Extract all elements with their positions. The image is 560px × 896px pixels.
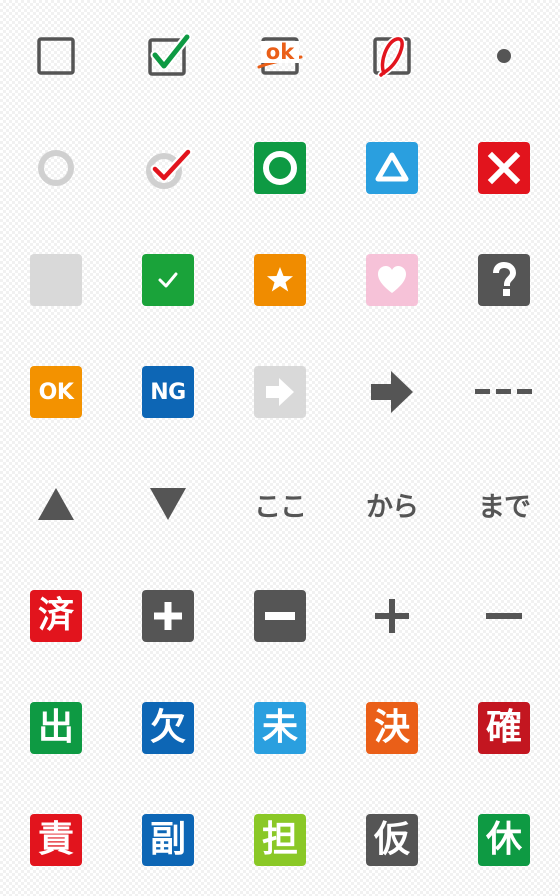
tan-kanji-cell[interactable]: 担: [224, 784, 336, 896]
green-check-tile-icon: [142, 254, 194, 306]
gray-ring-icon: [38, 150, 74, 186]
mi-kanji-cell[interactable]: 未: [224, 672, 336, 784]
kime-kanji-label: 決: [373, 707, 410, 748]
red-circle-scribble-icon: [373, 35, 411, 79]
kaku-kanji-tile: 確: [478, 702, 530, 754]
made-text-cell[interactable]: まで: [448, 448, 560, 560]
ok-badge: OK: [30, 366, 82, 418]
ring-check-icon: [146, 147, 192, 189]
question-tile-cell[interactable]: [448, 224, 560, 336]
koko-text: ここ: [254, 491, 307, 523]
green-circle-tile-cell[interactable]: [224, 112, 336, 224]
blue-triangle-tile-cell[interactable]: [336, 112, 448, 224]
ketsu-kanji-label: 欠: [149, 707, 186, 748]
dashed-line-cell[interactable]: [448, 336, 560, 448]
kari-kanji-cell[interactable]: 仮: [336, 784, 448, 896]
kime-kanji-tile: 決: [366, 702, 418, 754]
blank-gray-tile-icon: [30, 254, 82, 306]
gray-ring-cell[interactable]: [0, 112, 112, 224]
sumi-kanji-label: 済: [37, 595, 74, 636]
blue-triangle-tile-icon: [366, 142, 418, 194]
tan-kanji-tile: 担: [254, 814, 306, 866]
plus-tile-cell[interactable]: [112, 560, 224, 672]
yasumi-kanji-label: 休: [485, 819, 522, 860]
kaku-kanji-label: 確: [485, 707, 522, 748]
seki-kanji-tile: 責: [30, 814, 82, 866]
right-arrow-icon: [371, 371, 413, 413]
sumi-kanji-cell[interactable]: 済: [0, 560, 112, 672]
red-x-tile-cell[interactable]: [448, 112, 560, 224]
checked-checkbox-cell[interactable]: [112, 0, 224, 112]
stamp-sheet: ok OK NG ここ から まで 済 出 欠 未 決 確 責 副 担 仮 休: [0, 0, 560, 896]
de-kanji-label: 出: [37, 707, 74, 748]
fuku-kanji-cell[interactable]: 副: [112, 784, 224, 896]
plus-icon: [375, 599, 409, 633]
red-x-tile-icon: [478, 142, 530, 194]
kime-kanji-cell[interactable]: 決: [336, 672, 448, 784]
blank-gray-tile-cell[interactable]: [0, 224, 112, 336]
ketsu-kanji-cell[interactable]: 欠: [112, 672, 224, 784]
de-kanji-cell[interactable]: 出: [0, 672, 112, 784]
question-tile-icon: [478, 254, 530, 306]
koko-text-cell[interactable]: ここ: [224, 448, 336, 560]
tan-kanji-label: 担: [261, 819, 298, 860]
minus-tile-cell[interactable]: [224, 560, 336, 672]
minus-cell[interactable]: [448, 560, 560, 672]
de-kanji-tile: 出: [30, 702, 82, 754]
green-circle-tile-icon: [254, 142, 306, 194]
ok-scribble-cell[interactable]: ok: [224, 0, 336, 112]
ok-scribble-text: ok: [261, 41, 299, 63]
yasumi-kanji-tile: 休: [478, 814, 530, 866]
plus-cell[interactable]: [336, 560, 448, 672]
plus-tile-icon: [142, 590, 194, 642]
dashed-line-icon: [475, 389, 532, 394]
red-circle-scribble-cell[interactable]: [336, 0, 448, 112]
down-triangle-cell[interactable]: [112, 448, 224, 560]
ring-check-cell[interactable]: [112, 112, 224, 224]
right-arrow-cell[interactable]: [336, 336, 448, 448]
made-text: まで: [478, 491, 531, 523]
dot-icon: [497, 49, 511, 63]
pink-heart-tile-icon: [366, 254, 418, 306]
seki-kanji-label: 責: [37, 819, 74, 860]
orange-star-tile-icon: [254, 254, 306, 306]
mi-kanji-tile: 未: [254, 702, 306, 754]
kaku-kanji-cell[interactable]: 確: [448, 672, 560, 784]
outline-arrow-tile-cell[interactable]: [224, 336, 336, 448]
up-triangle-icon: [38, 488, 74, 520]
pink-heart-tile-cell[interactable]: [336, 224, 448, 336]
minus-icon: [486, 613, 522, 619]
ng-badge-label: NG: [150, 379, 186, 405]
orange-star-tile-cell[interactable]: [224, 224, 336, 336]
dot-cell[interactable]: [448, 0, 560, 112]
kara-text-cell[interactable]: から: [336, 448, 448, 560]
yasumi-kanji-cell[interactable]: 休: [448, 784, 560, 896]
seki-kanji-cell[interactable]: 責: [0, 784, 112, 896]
sumi-kanji-tile: 済: [30, 590, 82, 642]
minus-tile-icon: [254, 590, 306, 642]
checked-checkbox-icon: [148, 33, 191, 76]
kara-text: から: [366, 491, 419, 523]
ok-badge-cell[interactable]: OK: [0, 336, 112, 448]
fuku-kanji-tile: 副: [142, 814, 194, 866]
empty-checkbox-icon: [37, 37, 75, 75]
outline-arrow-tile-icon: [254, 366, 306, 418]
ok-scribble-icon: ok: [257, 36, 303, 76]
down-triangle-icon: [150, 488, 186, 520]
ok-badge-label: OK: [38, 379, 74, 405]
green-check-tile-cell[interactable]: [112, 224, 224, 336]
kari-kanji-label: 仮: [373, 819, 410, 860]
ketsu-kanji-tile: 欠: [142, 702, 194, 754]
up-triangle-cell[interactable]: [0, 448, 112, 560]
mi-kanji-label: 未: [261, 707, 298, 748]
kari-kanji-tile: 仮: [366, 814, 418, 866]
ng-badge: NG: [142, 366, 194, 418]
fuku-kanji-label: 副: [149, 819, 186, 860]
empty-checkbox-cell[interactable]: [0, 0, 112, 112]
ng-badge-cell[interactable]: NG: [112, 336, 224, 448]
